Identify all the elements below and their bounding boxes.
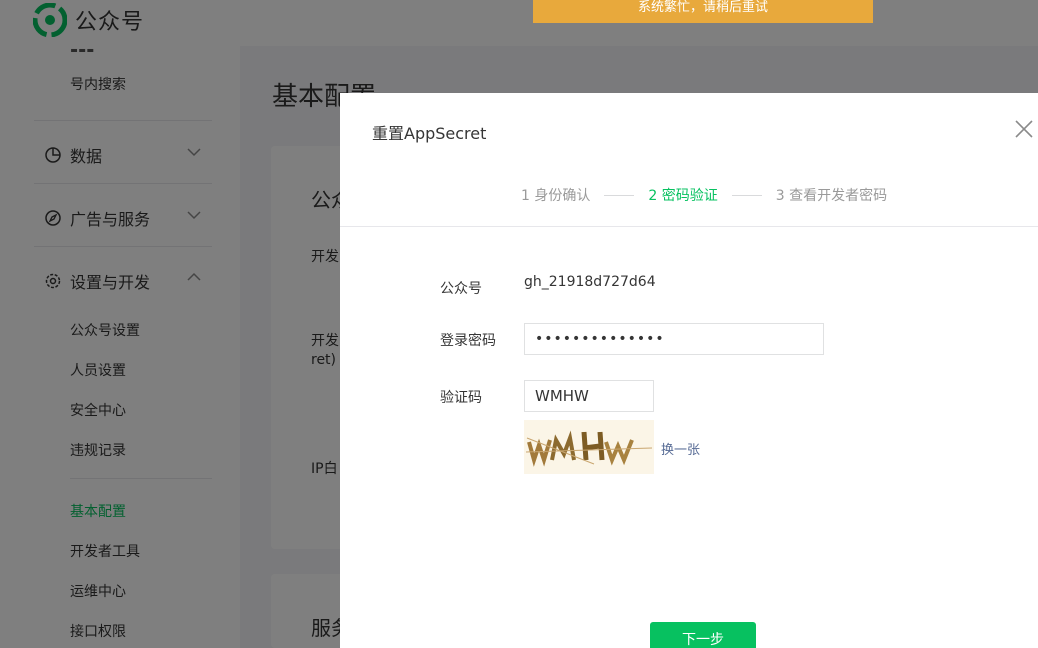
step-view-secret: 3 查看开发者密码	[775, 188, 888, 204]
dialog-title: 重置AppSecret	[372, 124, 487, 143]
captcha-label: 验证码	[440, 390, 482, 406]
error-toast: 系统繁忙，请稍后重试	[533, 0, 873, 23]
account-label: 公众号	[440, 281, 482, 297]
step-connector	[731, 194, 762, 196]
step-indicator: 1 身份确认 2 密码验证 3 查看开发者密码	[340, 185, 1038, 205]
captcha-image	[524, 420, 654, 474]
password-label: 登录密码	[440, 333, 496, 349]
refresh-captcha-link[interactable]: 换一张	[661, 439, 700, 458]
close-icon[interactable]	[1014, 119, 1034, 139]
next-step-button[interactable]: 下一步	[650, 622, 756, 648]
step-connector	[604, 194, 635, 196]
dialog-divider	[340, 226, 1038, 227]
step-identity: 1 身份确认	[521, 188, 591, 204]
password-field[interactable]	[524, 323, 824, 355]
step-password: 2 密码验证	[648, 188, 718, 204]
captcha-input[interactable]	[524, 380, 654, 412]
account-value: gh_21918d727d64	[524, 274, 656, 290]
reset-appsecret-dialog: 重置AppSecret 1 身份确认 2 密码验证 3 查看开发者密码 公众号 …	[340, 93, 1038, 648]
